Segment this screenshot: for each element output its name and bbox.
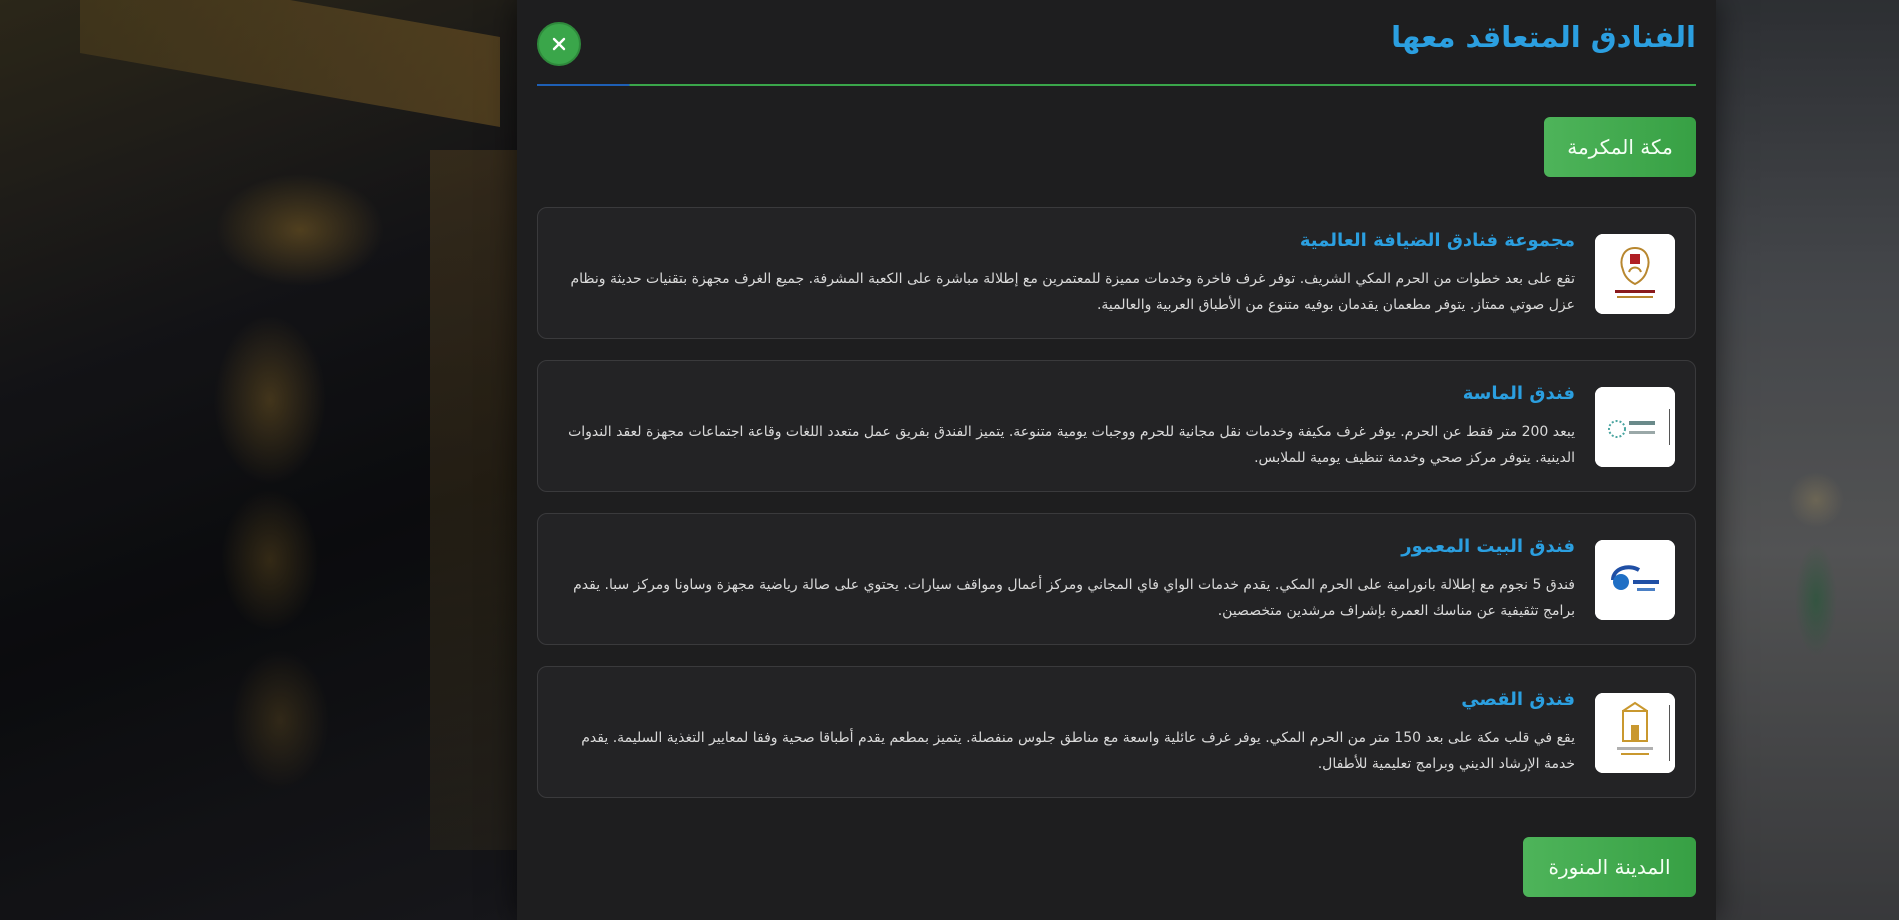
alqasr-logo-icon [1595, 693, 1675, 773]
bmt-logo-icon [1595, 540, 1675, 620]
hotel-card[interactable]: فندق القصي يقع في قلب مكة على بعد 150 مت… [537, 666, 1696, 798]
hotel-name: فندق البيت المعمور [1401, 536, 1575, 557]
hotel-description: فندق 5 نجوم مع إطلالة بانورامية على الحر… [573, 577, 1575, 619]
hotel-card[interactable]: فندق الماسة يبعد 200 متر فقط عن الحرم. ي… [537, 360, 1696, 492]
city-button-madinah[interactable]: المدينة المنورة [1523, 837, 1696, 897]
hotel-logo [1595, 540, 1675, 620]
close-button[interactable] [537, 22, 581, 66]
hotel-description: يقع في قلب مكة على بعد 150 متر من الحرم … [581, 730, 1575, 772]
hotel-logo [1595, 693, 1675, 773]
hotel-name: فندق القصي [1461, 689, 1575, 710]
aldiafah-logo-icon [1595, 234, 1675, 314]
hotel-description: تقع على بعد خطوات من الحرم المكي الشريف.… [570, 271, 1575, 313]
hotel-description: يبعد 200 متر فقط عن الحرم. يوفر غرف مكيف… [568, 424, 1575, 466]
modal-header: الفنادق المتعاقد معها [537, 0, 1696, 86]
hotel-card[interactable]: فندق البيت المعمور فندق 5 نجوم مع إطلالة… [537, 513, 1696, 645]
hotels-modal: الفنادق المتعاقد معها مكة المكرمة مجموعة… [517, 0, 1716, 920]
hotel-logo [1595, 387, 1675, 467]
almassa-logo-icon [1595, 387, 1675, 467]
modal-title: الفنادق المتعاقد معها [1391, 20, 1696, 54]
header-divider [537, 84, 1696, 86]
close-icon [552, 37, 566, 51]
hotel-name: مجموعة فنادق الضيافة العالمية [1299, 230, 1575, 251]
hotel-list: مجموعة فنادق الضيافة العالمية تقع على بع… [537, 207, 1696, 819]
city-button-makkah[interactable]: مكة المكرمة [1544, 117, 1696, 177]
hotel-card[interactable]: مجموعة فنادق الضيافة العالمية تقع على بع… [537, 207, 1696, 339]
hotel-name: فندق الماسة [1462, 383, 1575, 404]
hotel-logo [1595, 234, 1675, 314]
